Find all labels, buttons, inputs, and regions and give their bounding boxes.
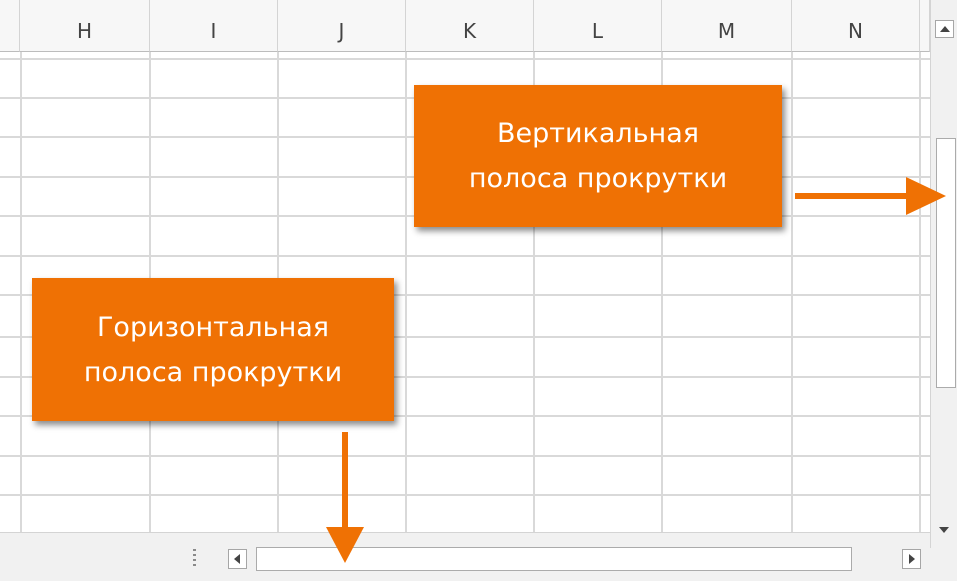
scroll-right-arrow-icon — [909, 554, 915, 564]
grid-line — [919, 52, 921, 532]
horizontal-scrollbar-area — [0, 532, 930, 581]
scroll-up-button[interactable] — [935, 20, 954, 38]
callout-line: Горизонтальная — [96, 311, 330, 343]
spreadsheet-grid[interactable]: H I J K L M N — [0, 0, 930, 532]
scroll-down-arrow-icon — [939, 527, 949, 533]
horizontal-scrollbar-callout: Горизонтальная полоса прокрутки — [32, 278, 394, 421]
scroll-left-arrow-icon — [234, 554, 240, 564]
grid-line — [0, 455, 930, 457]
tab-split-grip-icon[interactable] — [193, 549, 196, 567]
column-header-n[interactable]: N — [792, 0, 920, 52]
callout-line: полоса прокрутки — [468, 163, 728, 194]
grid-line — [0, 494, 930, 496]
column-header-h[interactable]: H — [20, 0, 150, 52]
grid-line — [0, 58, 930, 60]
column-header-i[interactable]: I — [150, 0, 278, 52]
column-header-m[interactable]: M — [662, 0, 792, 52]
grid-line — [405, 52, 407, 532]
vertical-scroll-thumb[interactable] — [936, 138, 956, 388]
scroll-up-arrow-icon — [940, 26, 950, 32]
vertical-scrollbar-callout: Вертикальная полоса прокрутки — [414, 85, 782, 227]
column-header-partial[interactable] — [0, 0, 20, 52]
column-header-l[interactable]: L — [534, 0, 662, 52]
arrow-head — [326, 527, 364, 563]
callout-line: полоса прокрутки — [83, 356, 343, 388]
scroll-left-button[interactable] — [228, 549, 247, 569]
vertical-scrollbar[interactable] — [930, 0, 957, 548]
scroll-down-button[interactable] — [935, 522, 954, 540]
grid-line — [20, 52, 22, 532]
column-header-k[interactable]: K — [406, 0, 534, 52]
excel-screenshot: H I J K L M N Вертикальная полоса прокру… — [0, 0, 957, 581]
arrow-shaft — [795, 193, 910, 199]
arrow-shaft — [342, 432, 348, 532]
scrollbar-corner — [930, 548, 957, 581]
column-header-partial[interactable] — [920, 0, 930, 52]
arrow-head — [906, 177, 946, 215]
scroll-right-button[interactable] — [902, 549, 921, 569]
callout-line: Вертикальная — [496, 118, 699, 149]
grid-line — [791, 52, 793, 532]
grid-line — [0, 255, 930, 257]
column-header-j[interactable]: J — [278, 0, 406, 52]
